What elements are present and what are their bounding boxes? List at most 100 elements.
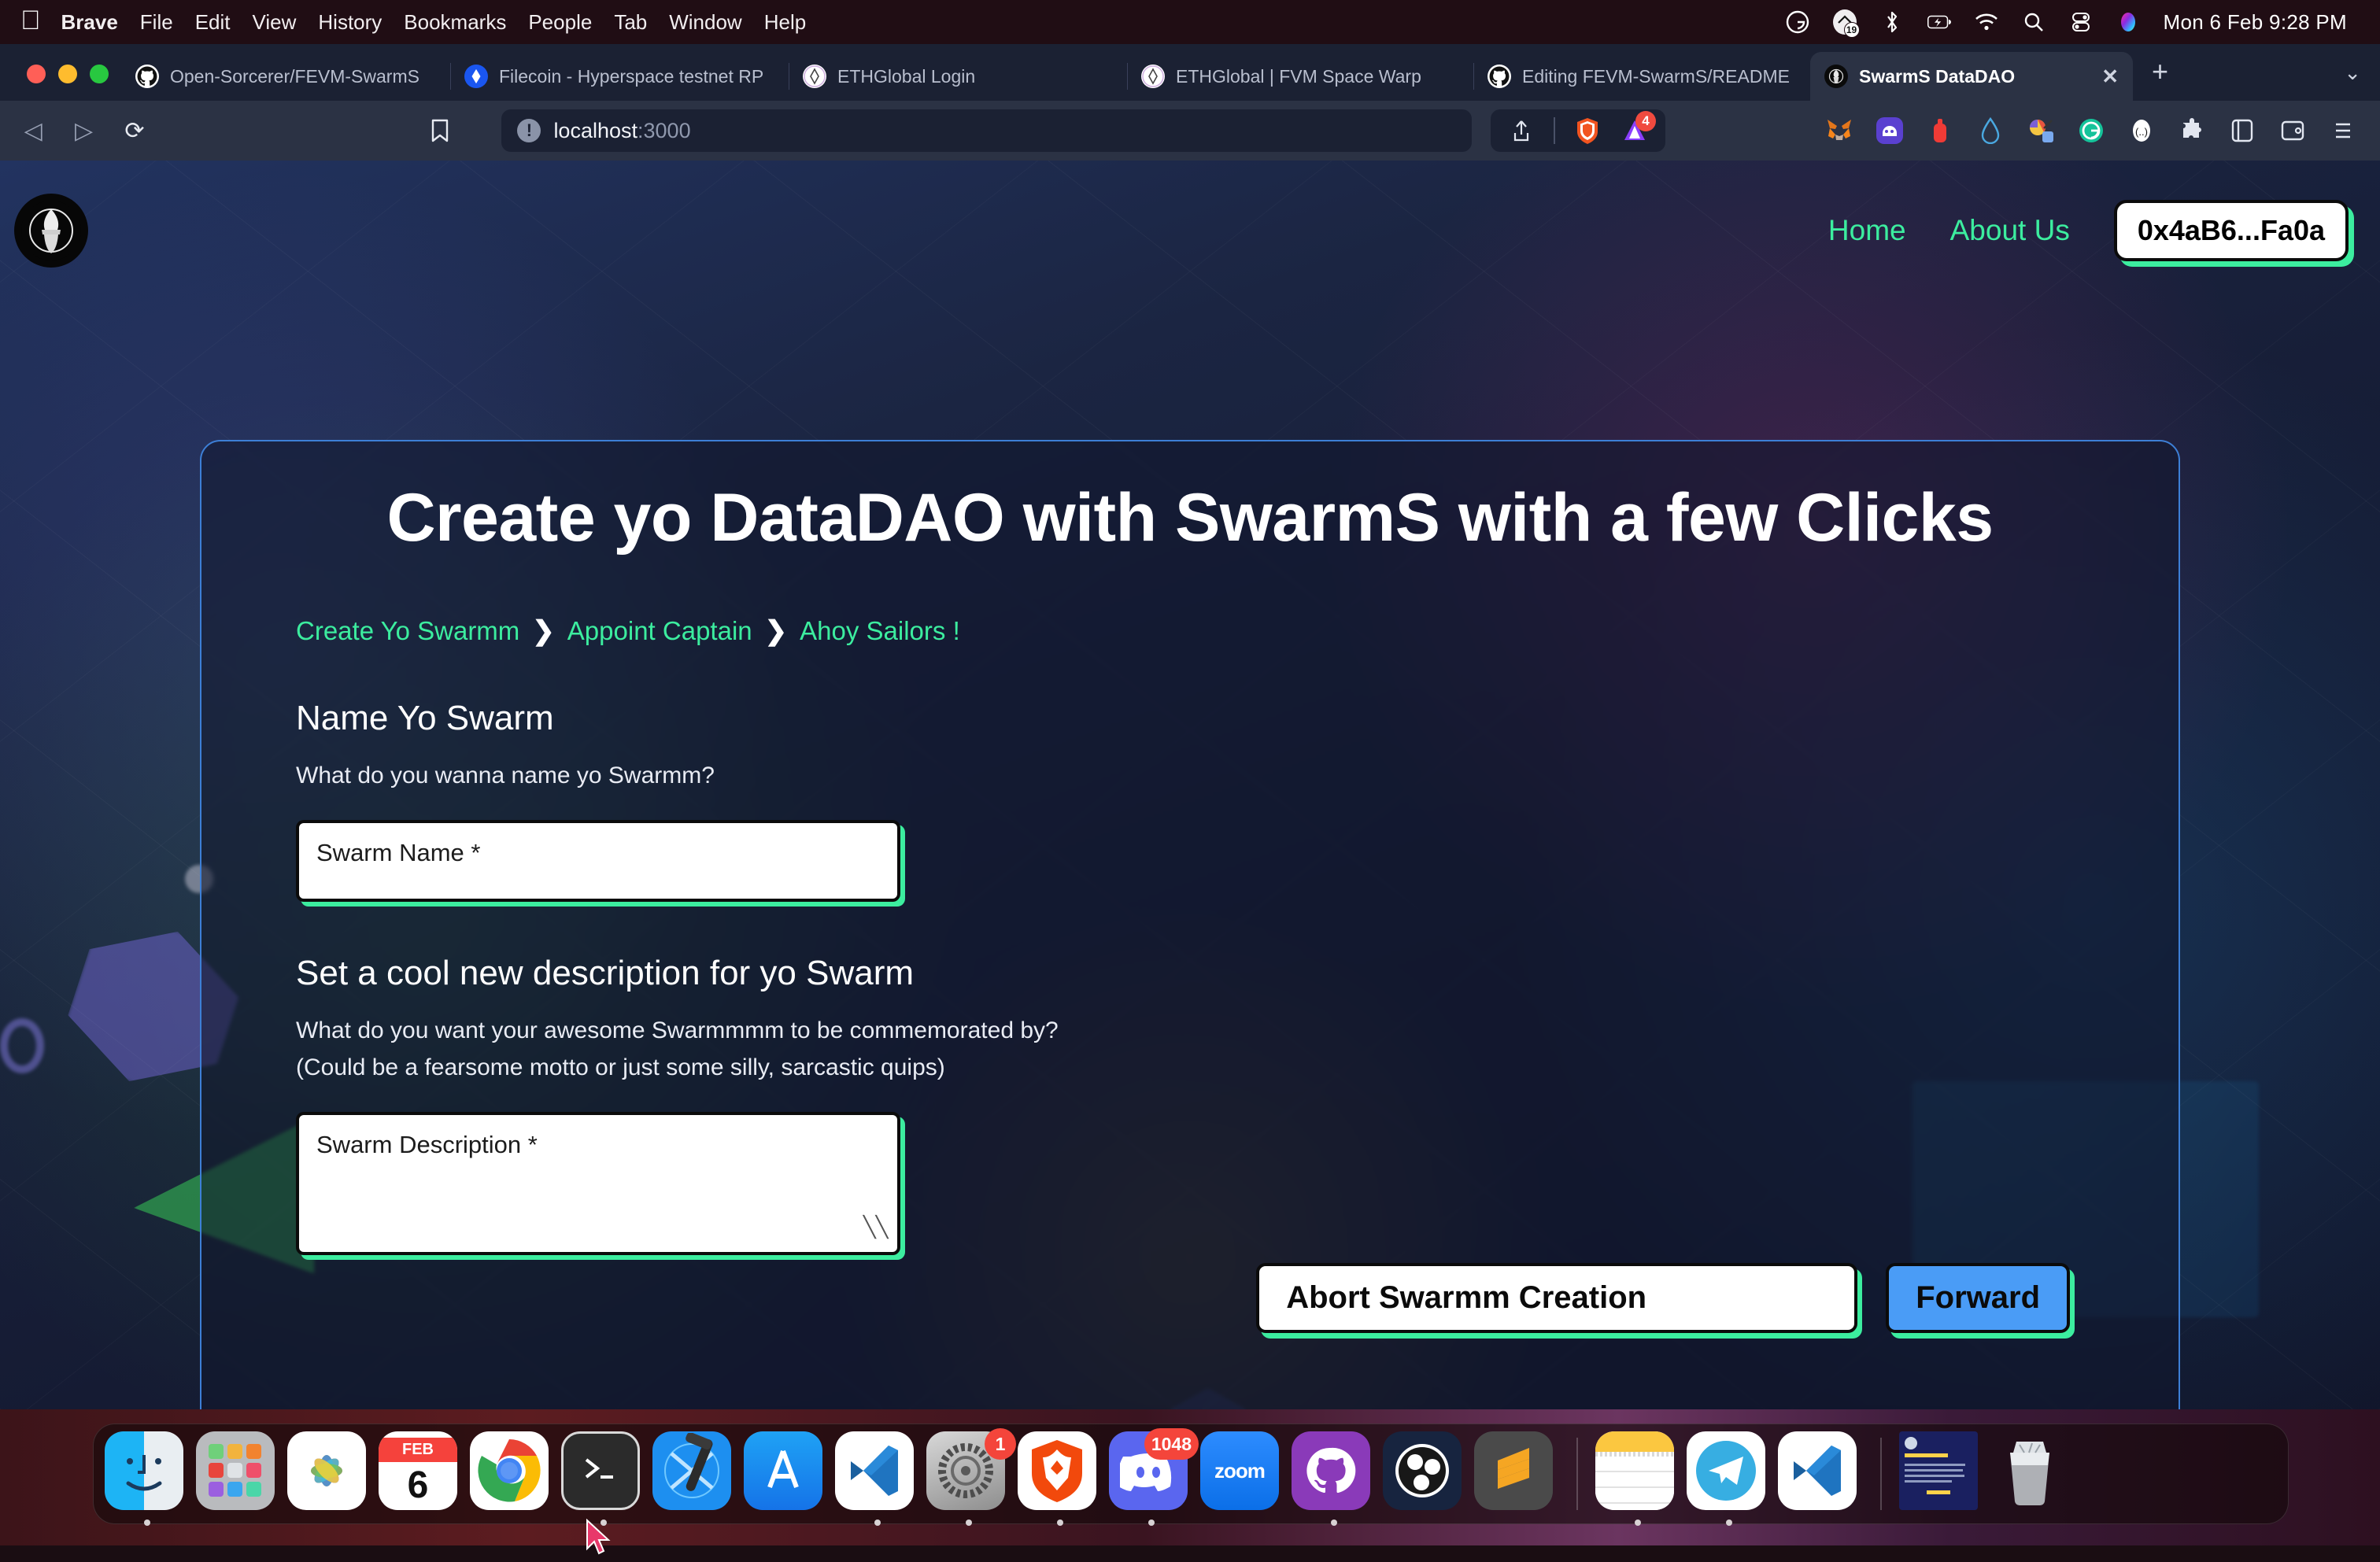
grammarly-icon[interactable] <box>1786 10 1809 34</box>
swarm-name-field-wrapper: Swarm Name * <box>296 819 2179 902</box>
dock-item-google-chrome[interactable] <box>470 1431 555 1516</box>
nav-link-about-us[interactable]: About Us <box>1950 214 2070 247</box>
browser-tab-1[interactable]: Open-Sorcerer/FEVM-SwarmS <box>121 52 450 101</box>
wallet-address-button[interactable]: 0x4aB6...Fa0a <box>2113 200 2349 261</box>
menu-item-help[interactable]: Help <box>764 10 806 35</box>
dock-running-indicator <box>1726 1520 1732 1526</box>
dock-item-discord[interactable]: 1048 <box>1109 1428 1199 1526</box>
phantom-wallet-extension-icon[interactable] <box>1875 116 1905 146</box>
metamask-extension-icon[interactable] <box>1824 116 1854 146</box>
forward-button[interactable]: Forward <box>1886 1263 2070 1333</box>
resize-handle-icon[interactable]: ╱╱ <box>863 1215 888 1239</box>
window-zoom-button[interactable] <box>90 65 109 83</box>
brave-menu-icon[interactable] <box>2328 116 2358 146</box>
browser-tab-6-title: SwarmS DataDAO <box>1859 65 2016 87</box>
bookmark-icon[interactable] <box>424 113 456 148</box>
dock-item-app-store[interactable] <box>744 1431 829 1516</box>
wifi-icon[interactable] <box>1975 10 1998 34</box>
dock-item-vs-code[interactable] <box>1778 1431 1863 1516</box>
menu-item-app[interactable]: Brave <box>61 10 118 35</box>
browser-toolbar: ◁ ▷ ⟳ ! localhost:3000 4 (..) <box>0 101 2380 161</box>
url-host: localhost <box>553 118 638 142</box>
dock-badge-discord: 1048 <box>1144 1428 1199 1460</box>
back-button[interactable]: ◁ <box>17 113 49 148</box>
dock-item-obs-studio[interactable] <box>1383 1431 1468 1516</box>
dock-item-xcode[interactable] <box>652 1431 737 1516</box>
dock-item-vs-code-insiders[interactable] <box>835 1431 920 1526</box>
apple-logo-icon[interactable]:  <box>20 7 41 34</box>
keplr-extension-icon[interactable]: (..) <box>2127 116 2156 146</box>
window-minimize-button[interactable] <box>58 65 77 83</box>
calendar-day-label: 6 <box>407 1464 429 1506</box>
window-close-button[interactable] <box>27 65 46 83</box>
menu-item-file[interactable]: File <box>140 10 173 35</box>
menu-item-people[interactable]: People <box>528 10 592 35</box>
menu-item-history[interactable]: History <box>318 10 382 35</box>
breadcrumb-step-create-yo-swarmm[interactable]: Create Yo Swarmm <box>296 616 519 646</box>
grammarly-extension-icon[interactable] <box>2076 116 2106 146</box>
colorpicker-extension-icon[interactable] <box>2026 116 2056 146</box>
description-section-question-line-1: What do you want your awesome Swarmmmm t… <box>296 1017 1059 1043</box>
dock-item-launchpad[interactable] <box>196 1431 281 1516</box>
bitwarden-extension-icon[interactable] <box>1925 116 1955 146</box>
dock-item-document-preview[interactable] <box>1899 1431 1984 1516</box>
zoom-label: zoom <box>1214 1458 1266 1483</box>
browser-tab-4[interactable]: ETHGlobal | FVM Space Warp <box>1127 52 1473 101</box>
chevron-right-icon: ❯ <box>764 616 788 646</box>
dock-item-photos[interactable] <box>287 1431 372 1516</box>
dock-item-notes[interactable] <box>1595 1431 1680 1526</box>
breadcrumb-step-appoint-captain[interactable]: Appoint Captain <box>567 616 752 646</box>
sidebar-toggle-icon[interactable] <box>2227 116 2257 146</box>
dock-running-indicator <box>1057 1520 1063 1526</box>
swarm-description-textarea[interactable]: Swarm Description * ╱╱ <box>296 1111 900 1255</box>
puzzle-extensions-icon[interactable] <box>2177 116 2207 146</box>
dock-item-trash[interactable] <box>1990 1431 2075 1516</box>
cleanmymac-icon[interactable]: 19 <box>1832 9 1860 38</box>
new-tab-button[interactable]: + <box>2133 55 2187 101</box>
menu-item-view[interactable]: View <box>253 10 297 35</box>
swarm-name-input[interactable]: Swarm Name * <box>296 819 900 902</box>
address-bar[interactable]: ! localhost:3000 <box>501 109 1472 152</box>
dock-item-finder[interactable] <box>105 1431 190 1526</box>
control-center-icon[interactable] <box>2069 10 2093 34</box>
bluetooth-icon[interactable] <box>1880 10 1904 34</box>
reload-button[interactable]: ⟳ <box>119 113 150 148</box>
nav-link-home[interactable]: Home <box>1828 214 1906 247</box>
dock-running-indicator <box>1148 1520 1155 1526</box>
web-page-content: Home About Us 0x4aB6...Fa0a Create yo Da… <box>0 161 2380 1409</box>
forward-button[interactable]: ▷ <box>68 113 99 148</box>
dock-item-terminal[interactable] <box>561 1431 646 1526</box>
menu-item-window[interactable]: Window <box>669 10 741 35</box>
browser-tab-5[interactable]: Editing FEVM-SwarmS/README <box>1473 52 1810 101</box>
menu-item-bookmarks[interactable]: Bookmarks <box>404 10 506 35</box>
brave-rewards-icon[interactable]: 4 <box>1620 111 1656 146</box>
browser-tab-3[interactable]: ETHGlobal Login <box>789 52 1127 101</box>
page-title: Create yo DataDAO with SwarmS with a few… <box>386 480 1994 556</box>
dock-item-calendar[interactable]: FEB 6 <box>379 1431 464 1516</box>
spotlight-search-icon[interactable] <box>2022 10 2046 34</box>
brave-shields-icon[interactable] <box>1572 116 1602 146</box>
browser-tab-2[interactable]: Filecoin - Hyperspace testnet RP <box>450 52 789 101</box>
menu-item-edit[interactable]: Edit <box>195 10 231 35</box>
menu-bar-clock[interactable]: Mon 6 Feb 9:28 PM <box>2164 10 2347 35</box>
open-sorcerer-wizard-logo[interactable] <box>14 194 88 268</box>
breadcrumb-step-ahoy-sailors[interactable]: Ahoy Sailors ! <box>800 616 960 646</box>
dock-item-brave-browser[interactable] <box>1018 1431 1103 1526</box>
wallet-icon[interactable] <box>2278 116 2308 146</box>
abort-swarmm-creation-button[interactable]: Abort Swarmm Creation <box>1256 1263 1858 1333</box>
dock-item-telegram[interactable] <box>1687 1431 1772 1526</box>
battery-charging-icon[interactable] <box>1927 10 1951 34</box>
rainbow-wallet-extension-icon[interactable] <box>1975 116 2005 146</box>
dock-item-system-settings[interactable]: 1 <box>926 1428 1016 1526</box>
menu-item-tab[interactable]: Tab <box>614 10 647 35</box>
close-icon[interactable]: ✕ <box>2094 65 2119 89</box>
siri-icon[interactable] <box>2116 10 2140 34</box>
dock-item-zoom[interactable]: zoom <box>1200 1431 1285 1516</box>
dock-running-indicator <box>1331 1520 1337 1526</box>
chevron-down-icon[interactable]: ⌄ <box>2338 61 2380 101</box>
dock-item-sublime-text[interactable] <box>1474 1431 1559 1516</box>
browser-tab-6-active[interactable]: SwarmS DataDAO ✕ <box>1810 52 2133 101</box>
dock-item-github-desktop[interactable] <box>1292 1431 1377 1526</box>
browser-tab-strip: Open-Sorcerer/FEVM-SwarmS Filecoin - Hyp… <box>0 44 2380 101</box>
share-icon[interactable] <box>1506 116 1536 146</box>
